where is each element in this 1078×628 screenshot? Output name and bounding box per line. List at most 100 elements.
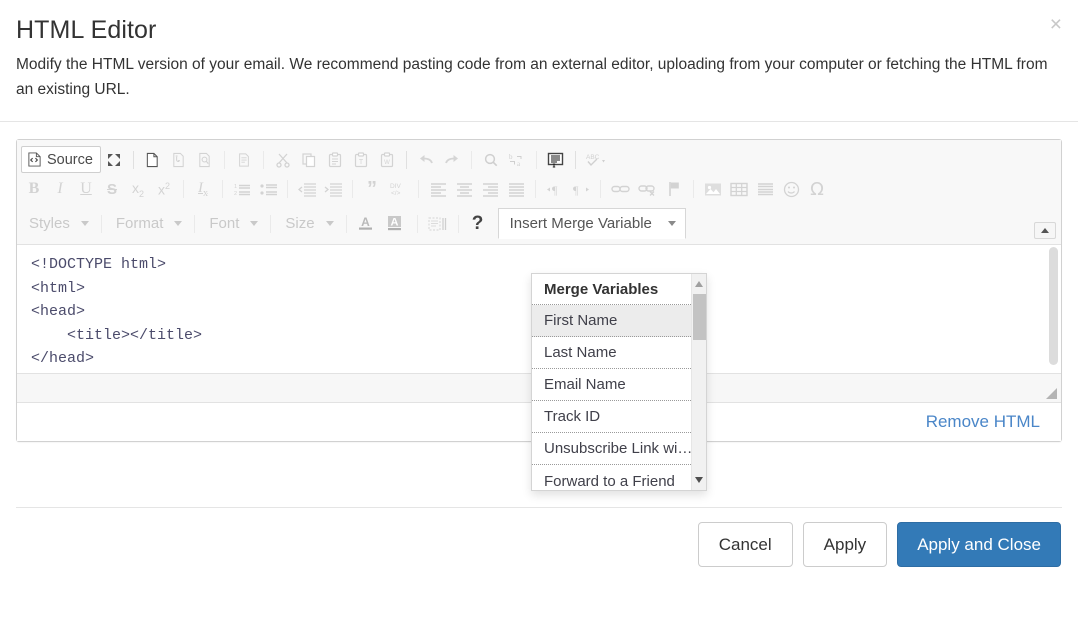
text-direction-ltr-button[interactable]: ¶ xyxy=(542,176,568,202)
paste-word-icon: W xyxy=(379,152,395,168)
align-center-button[interactable] xyxy=(451,176,477,202)
background-color-button[interactable]: A xyxy=(382,211,411,237)
format-combo[interactable]: Format xyxy=(108,211,189,237)
size-combo[interactable]: Size xyxy=(277,211,339,237)
strikethrough-button[interactable]: S xyxy=(99,176,125,202)
justify-button[interactable] xyxy=(503,176,529,202)
apply-button[interactable]: Apply xyxy=(803,522,888,567)
blockquote-button[interactable]: ” xyxy=(359,176,385,202)
toolbar-row-3: Styles Format Font Size xyxy=(21,203,1057,240)
paste-as-text-button[interactable]: T xyxy=(348,147,374,173)
editor-vertical-scrollbar[interactable] xyxy=(1049,247,1058,371)
new-page-button[interactable] xyxy=(140,147,166,173)
paste-from-word-button[interactable]: W xyxy=(374,147,400,173)
font-combo[interactable]: Font xyxy=(201,211,264,237)
link-button[interactable] xyxy=(607,176,634,202)
merge-scrollbar-thumb[interactable] xyxy=(693,294,706,340)
increase-indent-button[interactable] xyxy=(320,176,346,202)
merge-item-email-name[interactable]: Email Name xyxy=(532,369,691,401)
numbered-list-button[interactable]: 12 xyxy=(229,176,255,202)
scissors-icon xyxy=(275,152,291,168)
preview-button[interactable] xyxy=(192,147,218,173)
redo-button[interactable] xyxy=(439,147,465,173)
show-blocks-icon xyxy=(428,216,448,232)
print-button[interactable] xyxy=(231,147,257,173)
text-direction-rtl-button[interactable]: ¶ xyxy=(568,176,594,202)
replace-button[interactable]: ba xyxy=(504,147,530,173)
copy-button[interactable] xyxy=(296,147,322,173)
text-color-button[interactable]: A xyxy=(353,211,382,237)
paste-button[interactable] xyxy=(322,147,348,173)
smiley-button[interactable] xyxy=(778,176,804,202)
footer-divider xyxy=(16,507,1062,508)
merge-dropdown-scrollbar[interactable] xyxy=(691,274,706,490)
anchor-button[interactable] xyxy=(661,176,687,202)
merge-item-track-id[interactable]: Track ID xyxy=(532,401,691,433)
remove-html-link[interactable]: Remove HTML xyxy=(926,412,1040,432)
toolbar-separator xyxy=(693,180,694,198)
table-button[interactable] xyxy=(726,176,752,202)
align-center-icon xyxy=(456,182,473,197)
toolbar-separator xyxy=(418,180,419,198)
about-button[interactable]: ? xyxy=(465,211,491,237)
subscript-button[interactable]: x2 xyxy=(125,176,151,202)
merge-item-last-name[interactable]: Last Name xyxy=(532,337,691,369)
strikethrough-icon: S xyxy=(107,181,117,198)
modal-header: HTML Editor Modify the HTML version of y… xyxy=(0,0,1078,102)
cancel-button[interactable]: Cancel xyxy=(698,522,793,567)
cut-button[interactable] xyxy=(270,147,296,173)
chevron-down-icon xyxy=(174,221,182,226)
smiley-icon xyxy=(783,181,800,198)
source-button[interactable]: Source xyxy=(21,146,101,173)
align-right-button[interactable] xyxy=(477,176,503,202)
svg-text:¶: ¶ xyxy=(552,183,558,197)
bulleted-list-button[interactable] xyxy=(255,176,281,202)
templates-button[interactable] xyxy=(166,147,192,173)
magnifier-icon xyxy=(483,152,499,168)
chevron-up-icon xyxy=(1041,228,1049,233)
close-icon[interactable]: × xyxy=(1050,14,1062,35)
special-char-button[interactable]: Ω xyxy=(804,176,830,202)
modal-footer: Cancel Apply Apply and Close xyxy=(0,491,1078,567)
italic-button[interactable]: I xyxy=(47,176,73,202)
bold-button[interactable]: B xyxy=(21,176,47,202)
maximize-button[interactable] xyxy=(101,147,127,173)
select-all-button[interactable] xyxy=(543,147,569,173)
svg-text:2: 2 xyxy=(234,191,237,197)
horizontal-rule-button[interactable] xyxy=(752,176,778,202)
merge-variables-dropdown[interactable]: Merge Variables First Name Last Name Ema… xyxy=(531,273,707,491)
insert-merge-variable-button[interactable]: Insert Merge Variable xyxy=(498,208,686,239)
merge-item-forward-to-friend[interactable]: Forward to a Friend xyxy=(532,465,691,491)
decrease-indent-button[interactable] xyxy=(294,176,320,202)
print-document-icon xyxy=(237,152,251,168)
merge-item-unsubscribe-link[interactable]: Unsubscribe Link wi… xyxy=(532,433,691,465)
undo-button[interactable] xyxy=(413,147,439,173)
image-button[interactable] xyxy=(700,176,726,202)
spellcheck-button[interactable]: ABC xyxy=(582,147,612,173)
div-container-button[interactable]: DIV</> xyxy=(385,176,412,202)
apply-and-close-button[interactable]: Apply and Close xyxy=(897,522,1061,567)
quote-icon: ” xyxy=(367,184,377,194)
scrollbar-thumb[interactable] xyxy=(1049,247,1058,365)
find-button[interactable] xyxy=(478,147,504,173)
superscript-button[interactable]: x2 xyxy=(151,176,177,202)
direction-rtl-icon: ¶ xyxy=(572,182,590,197)
toolbar-separator xyxy=(270,215,271,233)
chevron-down-icon xyxy=(326,221,334,226)
toolbar-separator xyxy=(133,151,134,169)
numbered-list-icon: 12 xyxy=(234,182,251,197)
unlink-button[interactable] xyxy=(634,176,661,202)
scroll-up-arrow-icon[interactable] xyxy=(695,281,703,287)
size-combo-label: Size xyxy=(285,215,314,232)
merge-item-first-name[interactable]: First Name xyxy=(532,305,691,337)
scroll-down-arrow-icon[interactable] xyxy=(695,477,703,483)
show-blocks-button[interactable] xyxy=(424,211,452,237)
underline-button[interactable]: U xyxy=(73,176,99,202)
collapse-toolbar-button[interactable] xyxy=(1034,222,1056,239)
styles-combo[interactable]: Styles xyxy=(21,211,95,237)
undo-arrow-icon xyxy=(417,152,435,168)
align-left-button[interactable] xyxy=(425,176,451,202)
font-combo-label: Font xyxy=(209,215,239,232)
editor-resize-handle[interactable] xyxy=(1046,388,1057,399)
remove-format-button[interactable]: Ix xyxy=(190,176,216,202)
